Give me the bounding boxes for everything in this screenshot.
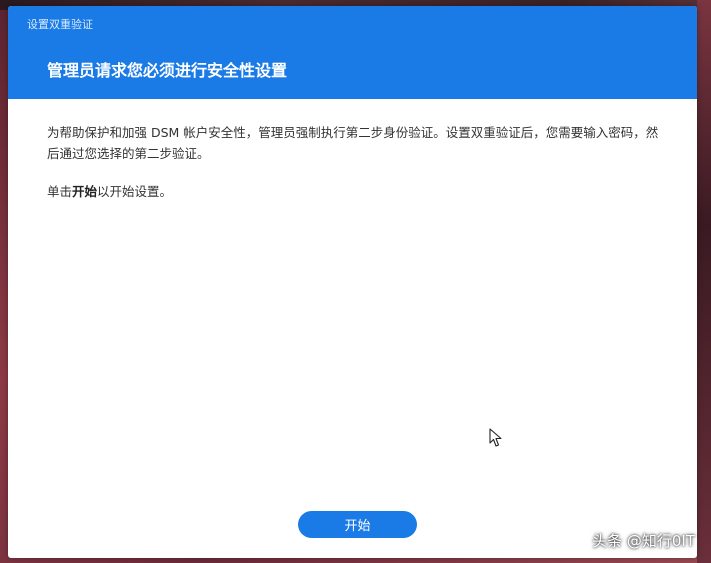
watermark-text: 头条 @知行0IT xyxy=(592,532,695,550)
instruction-bold-start: 开始 xyxy=(72,184,98,199)
instruction-suffix: 以开始设置。 xyxy=(97,184,173,199)
instruction-prefix: 单击 xyxy=(47,184,73,199)
window-title: 设置双重验证 xyxy=(27,18,93,31)
dialog-header: 设置双重验证 管理员请求您必须进行安全性设置 xyxy=(8,6,697,99)
start-button[interactable]: 开始 xyxy=(298,511,417,538)
mouse-pointer-icon xyxy=(489,428,502,447)
background-strip-right xyxy=(697,0,711,563)
description-paragraph: 为帮助保护和加强 DSM 帐户安全性，管理员强制执行第二步身份验证。设置双重验证… xyxy=(47,125,659,161)
two-factor-setup-dialog: 设置双重验证 管理员请求您必须进行安全性设置 为帮助保护和加强 DSM 帐户安全… xyxy=(8,6,697,558)
page-title: 管理员请求您必须进行安全性设置 xyxy=(47,61,288,80)
dialog-content: 为帮助保护和加强 DSM 帐户安全性，管理员强制执行第二步身份验证。设置双重验证… xyxy=(47,122,659,219)
instruction-paragraph: 单击开始以开始设置。 xyxy=(47,181,659,202)
